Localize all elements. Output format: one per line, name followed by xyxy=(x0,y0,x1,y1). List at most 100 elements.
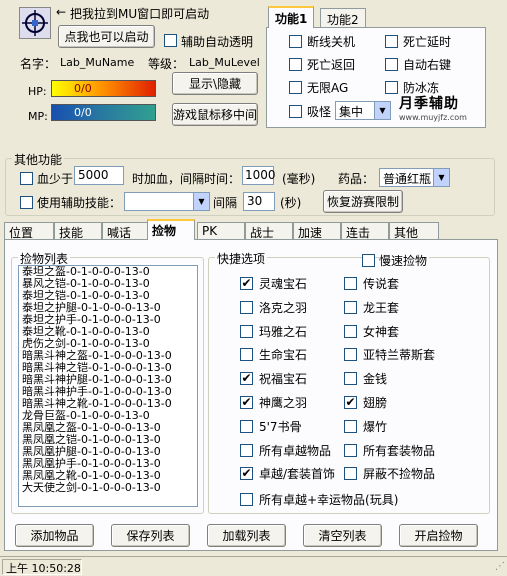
quick-option-checkbox[interactable] xyxy=(344,467,357,481)
tab-combo[interactable]: 连击 xyxy=(341,222,389,240)
no-ag-label: 无限AG xyxy=(307,81,349,95)
start-button[interactable]: 点我也可以启动 xyxy=(58,25,155,48)
target-icon[interactable] xyxy=(19,7,51,39)
quick-option-checkbox[interactable] xyxy=(240,443,253,457)
quick-option-checkbox[interactable] xyxy=(240,324,253,338)
clear-list-button[interactable]: 清空列表 xyxy=(303,524,382,547)
tab-position[interactable]: 位置 xyxy=(4,222,54,240)
quick-option-label: 所有卓越物品 xyxy=(259,443,332,458)
quick-option-checkbox[interactable] xyxy=(344,348,357,362)
absorb-select-value: 集中 xyxy=(339,105,364,119)
tab-pk[interactable]: PK xyxy=(197,222,245,239)
show-hide-button[interactable]: 显示\隐藏 xyxy=(172,72,258,95)
interval-label: 时加血，间隔时间： xyxy=(132,172,241,186)
disconnect-shutdown-checkbox[interactable] xyxy=(289,35,302,48)
other-group-title: 其他功能 xyxy=(12,151,65,168)
quick-option-label: 传说套 xyxy=(363,277,400,291)
gap-input[interactable]: 30 xyxy=(243,192,275,211)
tab-warrior[interactable]: 战士 xyxy=(245,222,293,240)
death-return-label: 死亡返回 xyxy=(307,58,356,72)
quick-option-checkbox[interactable]: ✔ xyxy=(240,467,253,481)
quick-option-label: 洛克之羽 xyxy=(259,300,308,315)
resize-grip-icon[interactable]: ⋰ xyxy=(495,561,505,572)
pickup-list[interactable]: 泰坦之盔-0-1-0-0-0-13-0 暴风之铠-0-1-0-0-0-13-0 泰坦… xyxy=(18,265,198,507)
quick-option-checkbox[interactable] xyxy=(240,348,253,362)
name-label: 名字： xyxy=(20,57,57,71)
quick-option-label: 玛雅之石 xyxy=(259,324,308,339)
quick-option-label: 屏蔽不捡物品 xyxy=(363,467,436,482)
death-return-checkbox[interactable] xyxy=(289,58,302,71)
tab-skill[interactable]: 技能 xyxy=(54,222,102,240)
quick-option-label: 所有卓越+幸运物品(玩具) xyxy=(259,493,399,507)
auto-right-key-label: 自动右键 xyxy=(403,58,452,72)
skill-select[interactable]: ▼ xyxy=(124,192,210,211)
hp-less-checkbox[interactable] xyxy=(20,172,33,185)
quick-option-checkbox[interactable] xyxy=(344,443,357,457)
use-skill-checkbox[interactable] xyxy=(20,196,33,209)
quick-option-label: 亚特兰蒂斯套 xyxy=(363,348,436,363)
quick-option-checkbox[interactable] xyxy=(344,372,357,386)
quick-option-label: 神鹰之羽 xyxy=(259,396,308,410)
start-pickup-button[interactable]: 开启捡物 xyxy=(399,524,478,547)
quick-option-checkbox[interactable] xyxy=(240,300,253,314)
mp-value: 0/0 xyxy=(74,106,92,119)
level-label: 等级： xyxy=(148,57,185,71)
hp-value: 0/0 xyxy=(74,82,92,95)
status-time-cell: 上午 10:50:28 xyxy=(2,559,82,575)
mouse-center-button[interactable]: 游戏鼠标移中间 xyxy=(172,103,258,126)
anti-ice-checkbox[interactable] xyxy=(385,81,398,94)
quick-option-label: 卓越/套装首饰 xyxy=(259,467,336,482)
restore-button[interactable]: 恢复游赛限制 xyxy=(323,190,403,213)
auto-transparent-label: 辅助自动透明 xyxy=(181,35,254,49)
quick-option-label: 所有套装物品 xyxy=(363,443,436,458)
load-list-button[interactable]: 加载列表 xyxy=(207,524,286,547)
func-panel: 断线关机 死亡延时 死亡返回 自动右键 无限AG 防冰冻 吸怪 集中 ▼ 月季辅… xyxy=(266,27,486,128)
sec-unit: (秒) xyxy=(280,196,302,210)
quick-option-checkbox[interactable] xyxy=(344,277,357,290)
tab-speed[interactable]: 加速 xyxy=(293,222,341,240)
hp-bar: 0/0 xyxy=(51,80,156,97)
quick-option-label: 5'7书骨 xyxy=(259,419,302,434)
drag-hint: 把我拉到MU窗口即可启动 xyxy=(70,7,210,21)
tab-func2[interactable]: 功能2 xyxy=(320,8,366,27)
disconnect-shutdown-label: 断线关机 xyxy=(307,35,356,49)
quick-option-checkbox[interactable] xyxy=(240,419,253,433)
quick-option-label: 生命宝石 xyxy=(259,348,308,363)
quick-option-checkbox[interactable]: ✔ xyxy=(240,372,253,386)
quick-option-checkbox[interactable]: ✔ xyxy=(344,396,357,409)
chevron-down-icon: ▼ xyxy=(193,193,209,210)
absorb-monster-checkbox[interactable] xyxy=(289,105,302,118)
quick-option-checkbox[interactable] xyxy=(344,324,357,338)
quick-option-label: 女神套 xyxy=(363,324,400,339)
main-window: ← 把我拉到MU窗口即可启动 点我也可以启动 辅助自动透明 名字： Lab_Mu… xyxy=(0,0,507,576)
gap-label: 间隔 xyxy=(213,196,238,210)
death-delay-checkbox[interactable] xyxy=(385,35,398,48)
no-ag-checkbox[interactable] xyxy=(289,81,302,94)
potion-select[interactable]: 普通红瓶 ▼ xyxy=(379,168,450,187)
auto-transparent-checkbox[interactable] xyxy=(164,34,177,47)
logo-url: www.muyjfz.com xyxy=(399,113,467,122)
hp-threshold-input[interactable]: 5000 xyxy=(74,166,124,185)
tab-other[interactable]: 其他 xyxy=(389,222,439,240)
add-item-button[interactable]: 添加物品 xyxy=(15,524,94,547)
logo: 月季辅助 www.muyjfz.com xyxy=(399,93,483,125)
slow-pickup-checkbox[interactable] xyxy=(362,254,375,267)
quick-option-checkbox[interactable] xyxy=(344,419,357,433)
chevron-down-icon: ▼ xyxy=(374,102,390,119)
tab-shout[interactable]: 喊话 xyxy=(102,222,149,240)
tab-pickup[interactable]: 捡物 xyxy=(147,219,195,240)
quick-option-checkbox[interactable]: ✔ xyxy=(240,396,253,409)
quick-option-checkbox[interactable] xyxy=(240,493,253,506)
tab-func1[interactable]: 功能1 xyxy=(268,6,315,28)
auto-right-key-checkbox[interactable] xyxy=(385,58,398,71)
interval-input[interactable]: 1000 xyxy=(242,166,276,185)
quick-option-label: 爆竹 xyxy=(363,419,388,434)
quick-option-checkbox[interactable] xyxy=(344,300,357,314)
absorb-select[interactable]: 集中 ▼ xyxy=(335,101,391,120)
mp-bar: 0/0 xyxy=(51,104,156,121)
list-item[interactable]: 大天使之剑-0-1-0-0-0-13-0 xyxy=(19,482,197,494)
quick-option-checkbox[interactable]: ✔ xyxy=(240,277,253,290)
status-time: 上午 10:50:28 xyxy=(6,562,81,575)
use-skill-label: 使用辅助技能： xyxy=(37,196,122,210)
save-list-button[interactable]: 保存列表 xyxy=(111,524,190,547)
